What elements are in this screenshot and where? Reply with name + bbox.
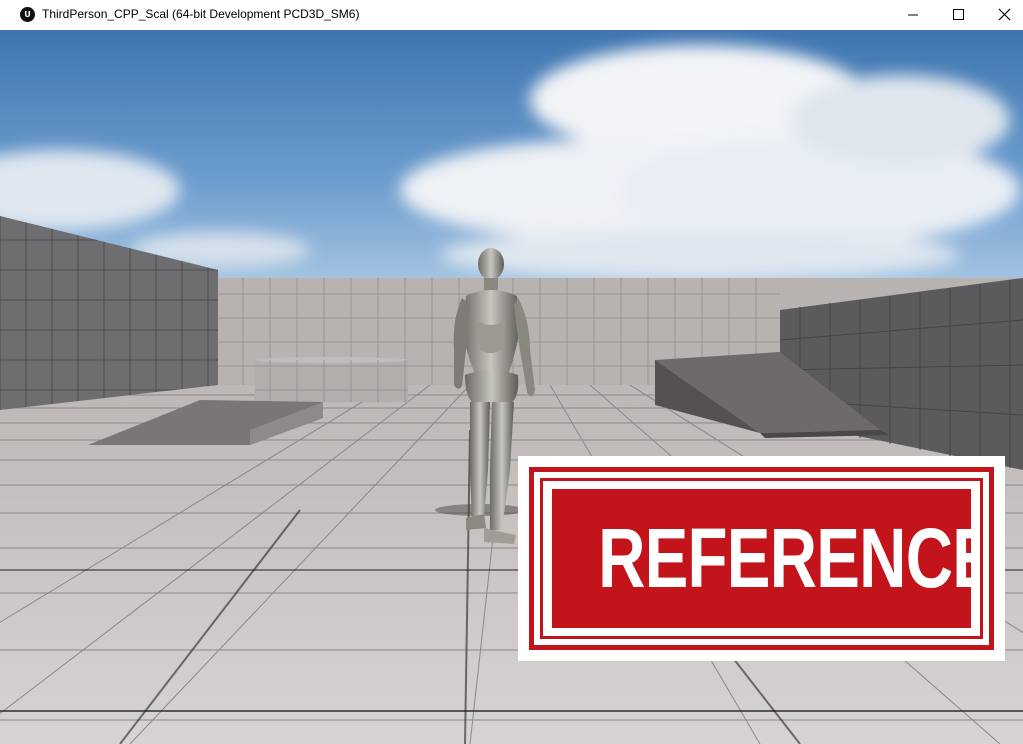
maximize-icon: [953, 9, 964, 20]
maximize-button[interactable]: [935, 0, 981, 30]
minimize-button[interactable]: [889, 0, 935, 30]
reference-stamp: REFERENCE: [518, 456, 1005, 661]
window-title: ThirdPerson_CPP_Scal (64-bit Development…: [42, 7, 360, 21]
unreal-engine-logo-icon[interactable]: U: [20, 7, 35, 22]
title-bar[interactable]: U ThirdPerson_CPP_Scal (64-bit Developme…: [0, 0, 1023, 31]
game-window: U ThirdPerson_CPP_Scal (64-bit Developme…: [0, 0, 1023, 744]
stamp-text: REFERENCE: [598, 511, 971, 605]
stamp-panel: REFERENCE: [552, 489, 971, 628]
minimize-icon: [908, 14, 918, 16]
close-icon: [998, 8, 1011, 21]
close-button[interactable]: [981, 0, 1023, 30]
